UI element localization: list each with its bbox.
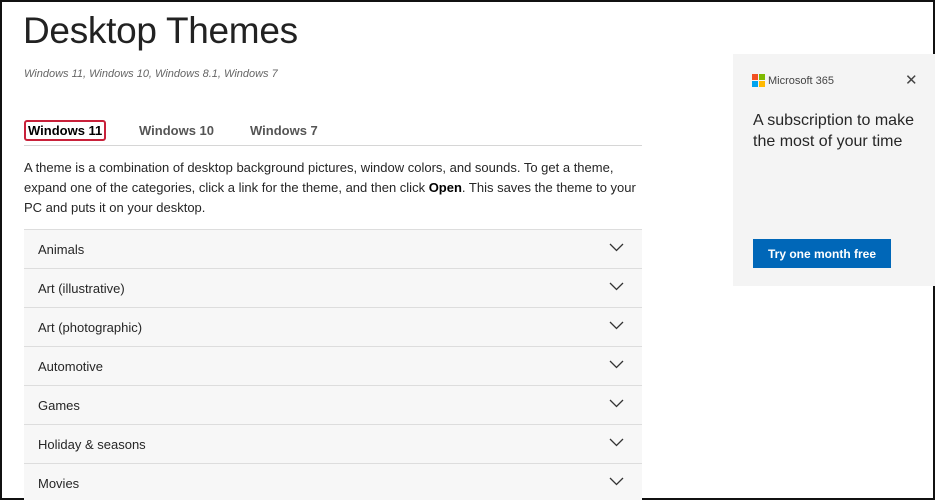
category-row[interactable]: Art (photographic)	[24, 308, 642, 347]
category-row[interactable]: Movies	[24, 464, 642, 500]
ad-headline: A subscription to make the most of your …	[753, 112, 914, 150]
chevron-down-icon	[609, 282, 624, 291]
category-row[interactable]: Holiday & seasons	[24, 425, 642, 464]
chevron-down-icon	[609, 438, 624, 447]
description: A theme is a combination of desktop back…	[24, 158, 644, 218]
category-label: Animals	[38, 242, 85, 257]
category-label: Movies	[38, 476, 80, 491]
category-row[interactable]: Games	[24, 386, 642, 425]
tab-bar: Windows 11 Windows 10 Windows 7	[24, 120, 642, 146]
tab-windows-10[interactable]: Windows 10	[136, 120, 217, 141]
page-subtitle: Windows 11, Windows 10, Windows 8.1, Win…	[24, 68, 278, 80]
tab-windows-7[interactable]: Windows 7	[247, 120, 321, 141]
microsoft-365-logo: Microsoft 365	[752, 74, 834, 87]
chevron-down-icon	[609, 360, 624, 369]
description-bold: Open	[428, 180, 462, 195]
close-icon[interactable]: ✕	[905, 71, 918, 89]
category-label: Art (photographic)	[38, 320, 143, 335]
category-row[interactable]: Automotive	[24, 347, 642, 386]
category-row[interactable]: Art (illustrative)	[24, 269, 642, 308]
category-label: Automotive	[38, 359, 104, 374]
tab-windows-11[interactable]: Windows 11	[24, 120, 107, 141]
chevron-down-icon	[609, 477, 624, 486]
category-label: Art (illustrative)	[38, 281, 125, 296]
category-accordion: Animals Art (illustrative) Art (photograph…	[24, 229, 642, 500]
category-label: Holiday & seasons	[38, 437, 146, 452]
chevron-down-icon	[609, 243, 624, 252]
page-title: Desktop Themes	[23, 10, 298, 51]
chevron-down-icon	[609, 321, 624, 330]
category-row[interactable]: Animals	[24, 230, 642, 269]
category-label: Games	[38, 398, 80, 413]
chevron-down-icon	[609, 399, 624, 408]
microsoft-logo-icon	[752, 74, 765, 87]
brand-name: Microsoft 365	[768, 74, 835, 87]
ad-panel: Microsoft 365 ✕ A subscription to make t…	[733, 54, 935, 286]
try-free-button[interactable]: Try one month free	[753, 239, 891, 268]
